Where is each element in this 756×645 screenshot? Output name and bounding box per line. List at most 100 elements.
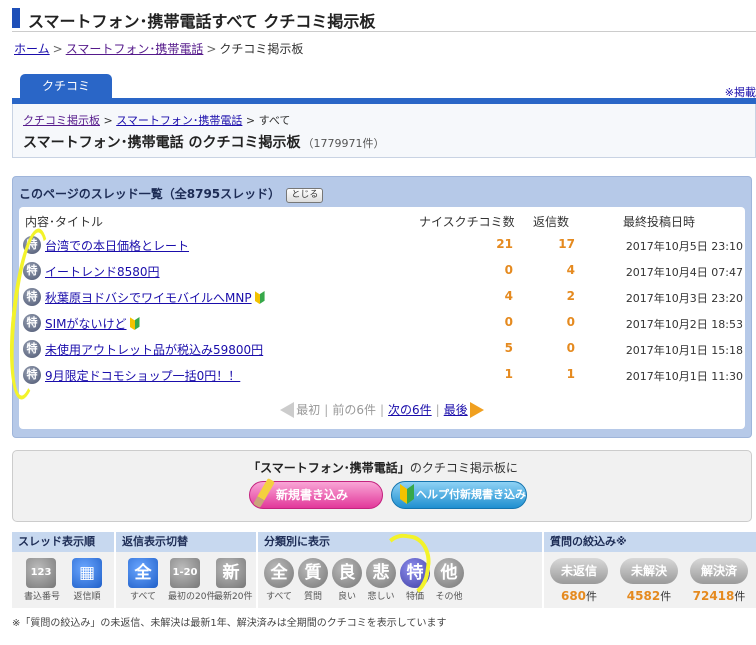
reply-count: 4: [566, 263, 575, 277]
pager-next-link[interactable]: 次の6件: [388, 403, 432, 417]
page-title-bar: スマートフォン･携帯電話すべて クチコミ掲示板: [12, 6, 756, 32]
board-breadcrumb: クチコミ掲示板 > スマートフォン･携帯電話 > すべて: [23, 112, 290, 128]
thread-title-link[interactable]: 秋葉原ヨドバシでワイモバイルへMNP: [45, 291, 252, 305]
reply-view-latest20-button[interactable]: 新 最新20件: [214, 558, 253, 602]
board-title: スマートフォン･携帯電話 のクチコミ掲示板 （1779971件）: [23, 132, 384, 152]
last-post-date: 2017年10月3日 23:20: [625, 292, 743, 305]
breadcrumb: ホーム > スマートフォン･携帯電話 > クチコミ掲示板: [14, 40, 303, 57]
thread-panel-title-text: このページのスレッド一覧（全8795スレッド）: [19, 187, 281, 201]
nice-count: 0: [504, 263, 513, 277]
board-crumb-category-link[interactable]: スマートフォン･携帯電話: [116, 114, 242, 127]
thread-row: 特 9月限定ドコモショップ一括0円！！ 1 1 2017年10月1日 11:30: [19, 363, 745, 389]
thread-title-link[interactable]: 台湾での本日価格とレート: [45, 239, 189, 253]
sort-by-post-number-button[interactable]: 123 書込番号: [24, 558, 61, 602]
thread-list-panel: このページのスレッド一覧（全8795スレッド） とじる 内容･タイトル ナイスク…: [12, 176, 752, 438]
help-new-post-button-label: ヘルプ付新規書き込み: [416, 488, 526, 501]
thread-row: 特 イートレンド8580円 0 4 2017年10月4日 07:47: [19, 259, 745, 285]
column-header-reply: 返信数: [533, 215, 570, 229]
all-kanji-icon: 全: [264, 558, 294, 588]
new-post-box: 「スマートフォン･携帯電話」のクチコミ掲示板に 新規書き込み ヘルプ付新規書き込…: [12, 450, 752, 522]
pager-sep: |: [379, 403, 385, 417]
resolved-filter-button[interactable]: 解決済: [690, 558, 748, 584]
column-header-content: 内容･タイトル: [25, 215, 104, 229]
breadcrumb-category-link[interactable]: スマートフォン･携帯電話: [66, 42, 204, 56]
resolved-count-value: 72418: [692, 589, 735, 603]
nice-count: 0: [504, 315, 513, 329]
post-box-label: 「スマートフォン･携帯電話」のクチコミ掲示板に: [13, 459, 753, 476]
category-other-label: その他: [435, 592, 463, 602]
reply-view-first20-label: 最初の20件: [168, 592, 216, 602]
other-kanji-icon: 他: [434, 558, 464, 588]
beginner-leaf-icon: [400, 484, 414, 504]
board-post-count: （1779971件）: [302, 137, 385, 150]
new-post-button[interactable]: 新規書き込み: [249, 478, 383, 509]
number-123-icon: 123: [26, 558, 56, 588]
reply-view-latest20-label: 最新20件: [214, 592, 253, 602]
board-header: クチコミ掲示板 > スマートフォン･携帯電話 > すべて スマートフォン･携帯電…: [12, 104, 756, 158]
close-button[interactable]: とじる: [286, 188, 324, 203]
thread-list: 内容･タイトル ナイスクチコミ数 返信数 最終投稿日時 特 台湾での本日価格とレ…: [19, 207, 745, 429]
reply-view-all-button[interactable]: 全 すべて: [126, 558, 160, 602]
reply-view-heading: 返信表示切替: [116, 532, 256, 552]
question-filter-heading: 質問の絞込み※: [544, 532, 756, 552]
count-unit: 件: [660, 590, 672, 603]
sort-order-heading: スレッド表示順: [12, 532, 114, 552]
nice-count: 4: [504, 289, 513, 303]
unresolved-count: 4582件: [614, 588, 684, 604]
unreplied-filter-button[interactable]: 未返信: [550, 558, 608, 584]
category-good-button[interactable]: 良 良い: [330, 558, 364, 602]
help-new-post-button[interactable]: ヘルプ付新規書き込み: [391, 481, 527, 509]
category-question-button[interactable]: 質 質問: [296, 558, 330, 602]
post-box-label-board: 「スマートフォン･携帯電話」: [248, 461, 410, 475]
reply-count: 2: [566, 289, 575, 303]
calendar-icon: ▦: [72, 558, 102, 588]
breadcrumb-current: クチコミ掲示板: [219, 42, 304, 56]
sort-by-post-number-label: 書込番号: [24, 592, 61, 602]
reply-count: 1: [566, 367, 575, 381]
pager-sep: |: [435, 403, 440, 417]
sort-order-group: スレッド表示順 123 書込番号 ▦ 返信順: [12, 532, 114, 608]
pager-sep: |: [324, 403, 329, 417]
sort-by-reply-label: 返信順: [73, 592, 101, 602]
nice-count: 1: [504, 367, 513, 381]
last-post-date: 2017年10月1日 11:30: [625, 370, 743, 383]
pager-first: 最初: [296, 403, 321, 417]
reply-count: 17: [558, 237, 575, 251]
sort-by-reply-button[interactable]: ▦ 返信順: [70, 558, 104, 602]
pager-last-link[interactable]: 最後: [444, 403, 468, 417]
new-kanji-icon: 新: [216, 558, 246, 588]
thread-title-link[interactable]: 未使用アウトレット品が税込み59800円: [45, 343, 263, 357]
pager: 最初 | 前の6件 | 次の6件 | 最後: [19, 401, 745, 418]
thread-title-link[interactable]: 9月限定ドコモショップ一括0円！！: [45, 369, 240, 383]
reply-count: 0: [566, 315, 575, 329]
category-other-button[interactable]: 他 その他: [432, 558, 466, 602]
tab-kuchikomi[interactable]: クチコミ: [20, 74, 112, 98]
unresolved-filter-button[interactable]: 未解決: [620, 558, 678, 584]
good-kanji-icon: 良: [332, 558, 362, 588]
unresolved-count-value: 4582: [626, 589, 661, 603]
title-accent-bar: [12, 8, 20, 28]
post-box-label-rest: のクチコミ掲示板に: [409, 461, 518, 475]
pager-prev: 前の6件: [332, 403, 376, 417]
board-crumb-board-link[interactable]: クチコミ掲示板: [23, 114, 100, 127]
reply-view-group: 返信表示切替 全 すべて 1-20 最初の20件 新 最新20件: [116, 532, 256, 608]
footnote: ※「質問の絞込み」の未返信、未解決は最新1年、解決済みは全期間のクチコミを表示し…: [12, 618, 447, 629]
breadcrumb-sep: >: [206, 42, 217, 56]
unreplied-count-value: 680: [560, 589, 587, 603]
nice-count: 21: [496, 237, 513, 251]
thread-title-link[interactable]: SIMがないけど: [45, 317, 127, 331]
thread-title-link[interactable]: イートレンド8580円: [45, 265, 160, 279]
breadcrumb-sep: >: [52, 42, 63, 56]
reply-view-first20-button[interactable]: 1-20 最初の20件: [168, 558, 216, 602]
question-filter-group: 質問の絞込み※ 未返信 680件 未解決 4582件 解決済 72418件: [544, 532, 756, 608]
all-kanji-icon: 全: [128, 558, 158, 588]
board-crumb-all: すべて: [258, 114, 291, 127]
breadcrumb-home-link[interactable]: ホーム: [14, 42, 50, 56]
category-all-button[interactable]: 全 すべて: [262, 558, 296, 602]
thread-panel-title: このページのスレッド一覧（全8795スレッド） とじる: [19, 185, 324, 203]
count-unit: 件: [586, 590, 598, 603]
arrow-right-icon[interactable]: [469, 402, 484, 418]
resolved-count: 72418件: [684, 588, 754, 604]
column-header-nice: ナイスクチコミ数: [419, 215, 515, 229]
pencil-icon: [253, 478, 275, 508]
